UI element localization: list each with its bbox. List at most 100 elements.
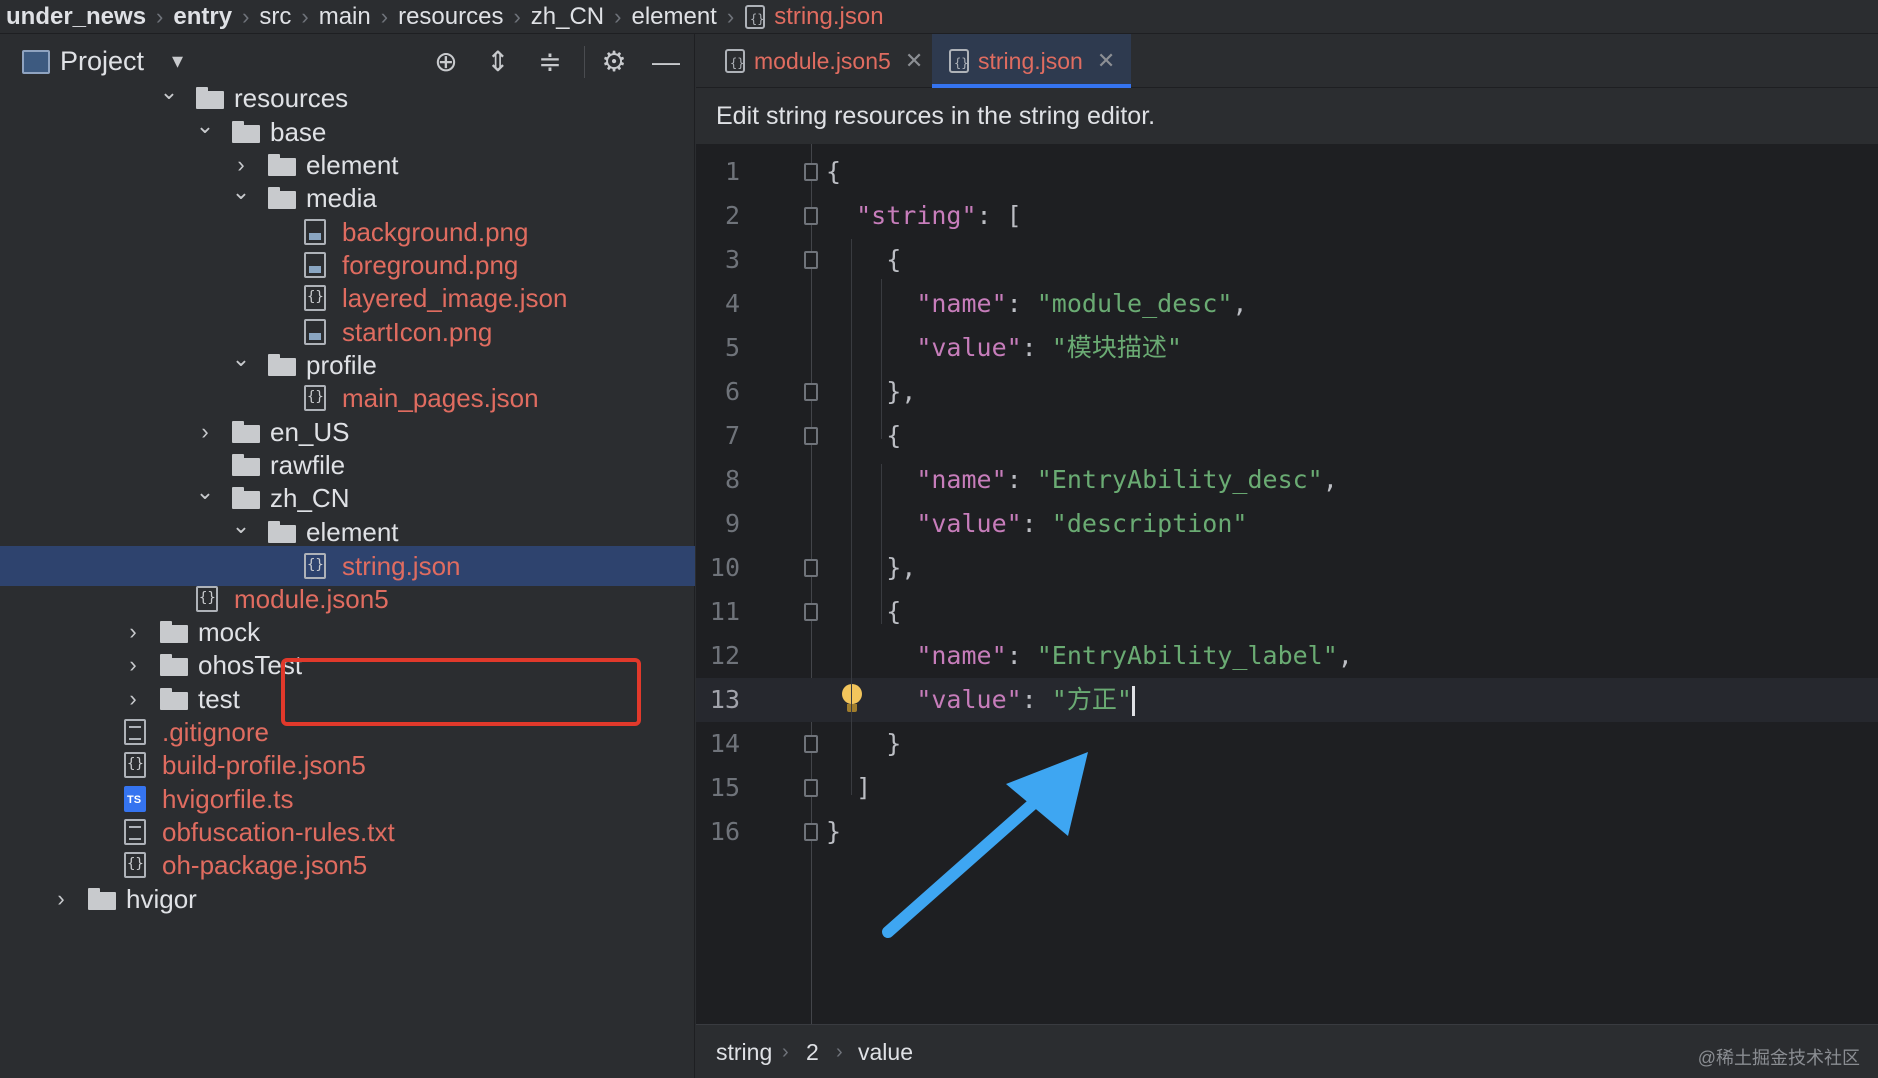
tree-item[interactable]: › hvigor: [0, 879, 695, 919]
code-line[interactable]: 5 "value": "模块描述": [696, 326, 1878, 370]
code-line[interactable]: 13 "value": "方正": [696, 678, 1878, 722]
chevron-right-icon[interactable]: ›: [50, 888, 72, 910]
folder-icon: [232, 121, 260, 143]
json-file-icon: [124, 752, 146, 778]
chevron-down-icon[interactable]: ⌄: [230, 348, 252, 370]
breadcrumb-separator-icon: ›: [301, 3, 309, 29]
breadcrumb-separator-icon: ›: [513, 3, 521, 29]
fold-marker-icon[interactable]: [804, 251, 818, 269]
structure-path-item[interactable]: string: [716, 1025, 772, 1078]
editor-area: {} module.json5 ✕ {} string.json ✕ Edit …: [696, 34, 1878, 1078]
line-number: 4: [724, 289, 740, 318]
folder-icon: [196, 87, 224, 109]
folder-icon: [160, 621, 188, 643]
tab-module-json5[interactable]: {} module.json5 ✕: [708, 34, 939, 88]
code-text: {: [826, 597, 902, 626]
tab-label: string.json: [978, 47, 1083, 74]
chevron-down-icon[interactable]: ⌄: [194, 115, 216, 137]
chevron-right-icon[interactable]: ›: [122, 688, 144, 710]
chevron-down-icon[interactable]: ⌄: [230, 181, 252, 203]
structure-path-item[interactable]: value: [858, 1025, 913, 1078]
fold-marker-icon[interactable]: [804, 603, 818, 621]
breadcrumb-item[interactable]: under_news: [0, 3, 152, 31]
fold-marker-icon[interactable]: [804, 383, 818, 401]
code-text: },: [826, 377, 917, 406]
folder-icon: [268, 521, 296, 543]
line-number: 13: [709, 685, 740, 714]
fold-marker-icon[interactable]: [804, 163, 818, 181]
image-file-icon: [304, 252, 326, 278]
folder-icon: [160, 688, 188, 710]
code-line[interactable]: 16}: [696, 810, 1878, 854]
minimize-icon[interactable]: —: [650, 46, 682, 78]
breadcrumb-current-file[interactable]: {} string.json: [738, 3, 889, 31]
json-file-icon: [196, 586, 218, 612]
fold-marker-icon[interactable]: [804, 559, 818, 577]
breadcrumb-item[interactable]: src: [253, 3, 297, 31]
tab-label: module.json5: [754, 47, 891, 74]
fold-marker-icon[interactable]: [804, 207, 818, 225]
code-line[interactable]: 10 },: [696, 546, 1878, 590]
code-text: ]: [826, 773, 872, 802]
folder-icon: [232, 421, 260, 443]
editor-notification-banner[interactable]: Edit string resources in the string edit…: [696, 88, 1878, 144]
chevron-right-icon[interactable]: ›: [194, 421, 216, 443]
chevron-right-icon[interactable]: ›: [122, 654, 144, 676]
code-line[interactable]: 2 "string": [: [696, 194, 1878, 238]
code-line[interactable]: 9 "value": "description": [696, 502, 1878, 546]
code-line[interactable]: 11 {: [696, 590, 1878, 634]
code-line[interactable]: 12 "name": "EntryAbility_label",: [696, 634, 1878, 678]
code-text: {: [826, 245, 902, 274]
chevron-down-icon[interactable]: ⌄: [158, 81, 180, 103]
chevron-right-icon[interactable]: ›: [230, 154, 252, 176]
locate-file-icon[interactable]: ⊕: [430, 46, 462, 78]
tab-string-json[interactable]: {} string.json ✕: [932, 34, 1132, 88]
code-line[interactable]: 7 {: [696, 414, 1878, 458]
code-text: }: [826, 817, 842, 846]
text-file-icon: [124, 719, 146, 745]
code-line[interactable]: 15 ]: [696, 766, 1878, 810]
chevron-down-icon[interactable]: ▾: [172, 48, 183, 74]
chevron-right-icon[interactable]: ›: [122, 621, 144, 643]
structure-path-item[interactable]: 2: [806, 1025, 819, 1078]
breadcrumb-item[interactable]: entry: [167, 3, 238, 31]
collapse-all-icon[interactable]: ≑: [534, 46, 566, 78]
folder-icon: [88, 888, 116, 910]
code-line[interactable]: 4 "name": "module_desc",: [696, 282, 1878, 326]
line-number: 16: [709, 817, 740, 846]
close-icon[interactable]: ✕: [1097, 48, 1115, 74]
watermark: @稀土掘金技术社区: [1697, 1048, 1860, 1068]
indent-guide: [881, 279, 882, 439]
code-line[interactable]: 8 "name": "EntryAbility_desc",: [696, 458, 1878, 502]
close-icon[interactable]: ✕: [905, 48, 923, 74]
text-file-icon: [124, 819, 146, 845]
breadcrumb-item[interactable]: element: [625, 3, 722, 31]
chevron-down-icon[interactable]: ⌄: [230, 515, 252, 537]
project-view-selector[interactable]: Project: [60, 46, 144, 77]
toolbar-divider: [584, 46, 585, 78]
breadcrumb-item[interactable]: main: [313, 3, 377, 31]
code-line[interactable]: 1{: [696, 150, 1878, 194]
line-number: 3: [724, 245, 740, 274]
breadcrumb-item[interactable]: zh_CN: [525, 3, 610, 31]
chevron-down-icon[interactable]: ⌄: [194, 481, 216, 503]
gear-icon[interactable]: ⚙: [598, 46, 630, 78]
project-window-icon: [22, 50, 50, 74]
annotation-highlight-box: [281, 658, 641, 726]
chevron-right-icon: ›: [836, 1041, 843, 1063]
folder-icon: [268, 154, 296, 176]
image-file-icon: [304, 319, 326, 345]
fold-marker-icon[interactable]: [804, 735, 818, 753]
code-editor[interactable]: 1{2 "string": [3 {4 "name": "module_desc…: [696, 144, 1878, 1024]
expand-all-icon[interactable]: ⇕: [482, 46, 514, 78]
json-file-icon: {}: [745, 5, 766, 30]
fold-marker-icon[interactable]: [804, 779, 818, 797]
breadcrumb: under_news › entry › src › main › resour…: [0, 0, 1878, 34]
code-line[interactable]: 3 {: [696, 238, 1878, 282]
fold-marker-icon[interactable]: [804, 427, 818, 445]
breadcrumb-item[interactable]: resources: [392, 3, 509, 31]
json-file-icon: {}: [725, 49, 745, 73]
fold-marker-icon[interactable]: [804, 823, 818, 841]
code-line[interactable]: 6 },: [696, 370, 1878, 414]
code-line[interactable]: 14 }: [696, 722, 1878, 766]
